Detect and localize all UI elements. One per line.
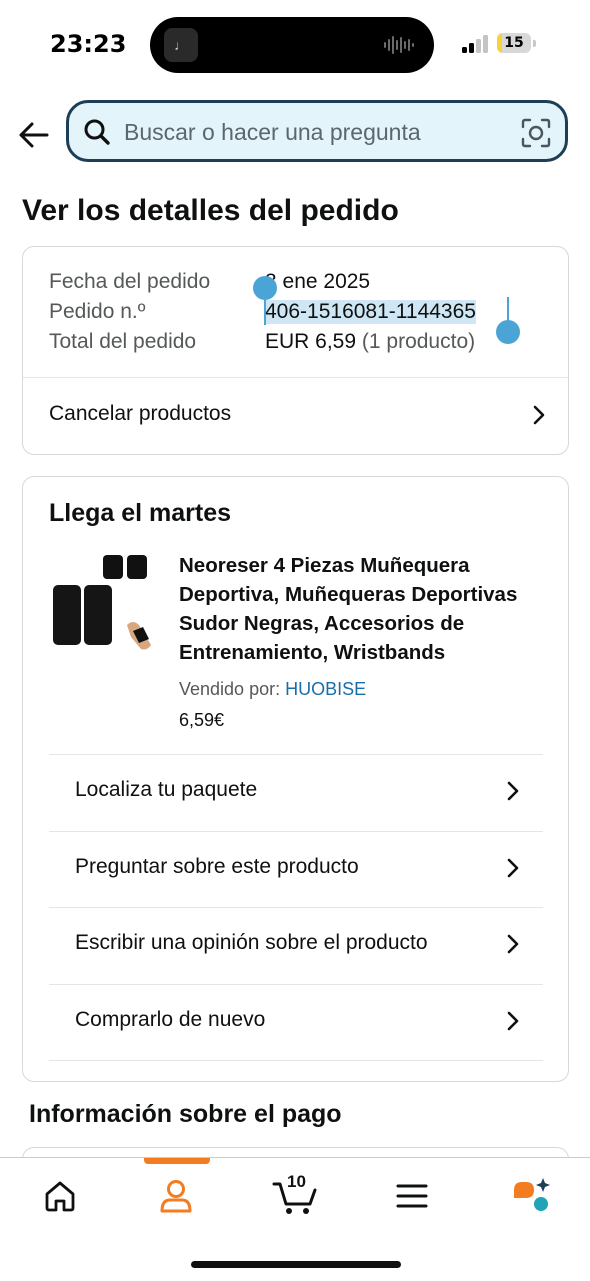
delivery-heading: Llega el martes bbox=[49, 499, 232, 527]
order-total-label: Total del pedido bbox=[49, 330, 197, 353]
ask-question-label: Preguntar sobre este producto bbox=[75, 855, 359, 878]
divider bbox=[49, 1060, 543, 1061]
audio-waveform-icon bbox=[384, 36, 414, 54]
home-icon[interactable] bbox=[40, 1176, 80, 1216]
chevron-right-icon bbox=[507, 781, 519, 801]
chevron-right-icon bbox=[507, 934, 519, 954]
product-image[interactable] bbox=[51, 553, 159, 661]
active-tab-indicator bbox=[144, 1158, 210, 1164]
menu-icon[interactable] bbox=[392, 1176, 432, 1216]
cancel-products-label: Cancelar productos bbox=[49, 402, 232, 425]
order-date-label: Fecha del pedido bbox=[49, 270, 211, 293]
back-arrow-icon[interactable] bbox=[16, 117, 52, 153]
shipment-card: Llega el martes Neoreser 4 Piezas Muñequ… bbox=[22, 476, 569, 1082]
search-bar[interactable]: Buscar o hacer una pregunta bbox=[66, 100, 568, 162]
camera-search-icon[interactable] bbox=[521, 118, 551, 148]
cart-count-badge: 10 bbox=[287, 1172, 306, 1191]
search-input[interactable]: Buscar o hacer una pregunta bbox=[124, 119, 421, 146]
bottom-navigation: 10 bbox=[0, 1157, 590, 1281]
order-number-value[interactable]: 406-1516081-1144365 bbox=[265, 300, 476, 324]
signal-strength-icon bbox=[462, 35, 488, 53]
battery-icon: 15 bbox=[497, 33, 537, 55]
product-price: 6,59€ bbox=[179, 710, 225, 730]
track-package-row[interactable]: Localiza tu paquete bbox=[23, 755, 568, 831]
order-total-amount: EUR 6,59 bbox=[265, 330, 357, 353]
rufus-assistant-icon[interactable] bbox=[510, 1176, 550, 1216]
order-total-value: EUR 6,59 (1 producto) bbox=[265, 330, 475, 354]
payment-info-heading: Información sobre el pago bbox=[29, 1100, 342, 1128]
cancel-products-row[interactable]: Cancelar productos bbox=[23, 378, 568, 455]
chevron-right-icon bbox=[507, 858, 519, 878]
status-bar: 23:23 ♩ 15 bbox=[0, 0, 590, 90]
seller-prefix: Vendido por: bbox=[179, 679, 286, 699]
music-app-icon: ♩ bbox=[164, 28, 198, 62]
seller-info: Vendido por: HUOBISE bbox=[179, 679, 366, 700]
selection-start-bar bbox=[264, 287, 266, 325]
ask-question-row[interactable]: Preguntar sobre este producto bbox=[23, 832, 568, 908]
order-total-count: (1 producto) bbox=[361, 330, 476, 353]
buy-again-row[interactable]: Comprarlo de nuevo bbox=[23, 985, 568, 1061]
seller-link[interactable]: HUOBISE bbox=[285, 679, 366, 699]
write-review-row[interactable]: Escribir una opinión sobre el producto bbox=[23, 908, 568, 984]
home-indicator-bar[interactable] bbox=[191, 1261, 401, 1268]
battery-level: 15 bbox=[504, 35, 524, 51]
order-number-label: Pedido n.º bbox=[49, 300, 146, 323]
order-summary-card: Fecha del pedido 3 ene 2025 Pedido n.º 4… bbox=[22, 246, 569, 455]
chevron-right-icon bbox=[533, 405, 545, 425]
product-title-link[interactable]: Neoreser 4 Piezas Muñequera Deportiva, M… bbox=[179, 551, 551, 667]
buy-again-label: Comprarlo de nuevo bbox=[75, 1008, 266, 1031]
selection-end-handle[interactable] bbox=[496, 320, 520, 344]
account-icon[interactable] bbox=[156, 1176, 196, 1216]
page-title: Ver los detalles del pedido bbox=[22, 194, 399, 227]
chevron-right-icon bbox=[507, 1011, 519, 1031]
order-date-value: 3 ene 2025 bbox=[265, 270, 371, 293]
track-package-label: Localiza tu paquete bbox=[75, 778, 258, 801]
search-icon bbox=[84, 119, 110, 145]
status-time: 23:23 bbox=[50, 30, 127, 58]
write-review-label: Escribir una opinión sobre el producto bbox=[75, 931, 428, 954]
dynamic-island[interactable]: ♩ bbox=[150, 17, 434, 73]
